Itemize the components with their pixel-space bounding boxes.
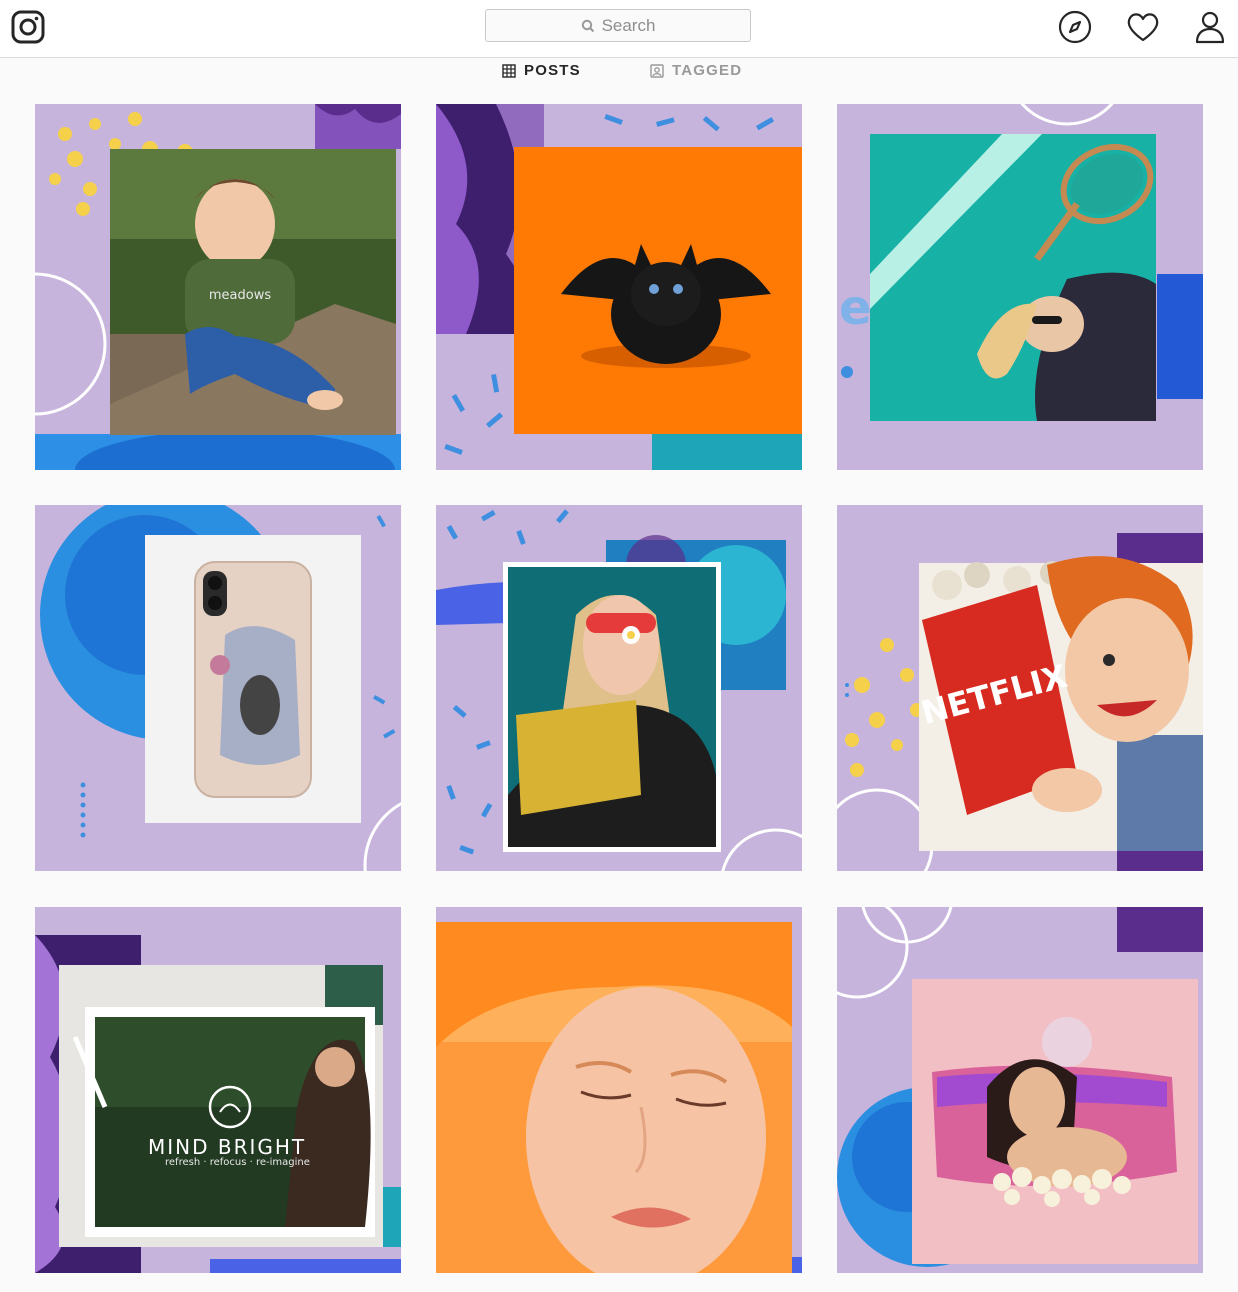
tagged-icon bbox=[650, 63, 664, 78]
heart-icon[interactable] bbox=[1125, 9, 1161, 45]
post-tile[interactable]: MIND BRIGHT refresh · refocus · re-imagi… bbox=[35, 907, 401, 1273]
post-image bbox=[35, 907, 401, 1273]
instagram-logo-icon[interactable] bbox=[11, 10, 45, 44]
search-placeholder: Search bbox=[601, 15, 656, 35]
brand-title: MIND BRIGHT bbox=[148, 1135, 307, 1159]
post-tile[interactable] bbox=[436, 104, 802, 470]
search-icon bbox=[581, 19, 594, 32]
post-tile[interactable] bbox=[436, 907, 802, 1273]
post-tile[interactable]: e bbox=[837, 104, 1203, 470]
post-image bbox=[436, 505, 802, 871]
grid-icon bbox=[502, 63, 516, 78]
post-image bbox=[436, 907, 802, 1273]
post-tile[interactable] bbox=[35, 505, 401, 871]
profile-tabs: POSTS TAGGED bbox=[0, 60, 1238, 86]
svg-text:e: e bbox=[839, 280, 872, 336]
post-image: meadows bbox=[35, 104, 401, 470]
brand-tagline: refresh · refocus · re-imagine bbox=[165, 1157, 310, 1168]
top-bar: Search bbox=[0, 0, 1238, 58]
post-tile[interactable] bbox=[837, 907, 1203, 1273]
profile-icon[interactable] bbox=[1192, 9, 1228, 45]
shirt-text: meadows bbox=[209, 288, 271, 303]
post-image bbox=[837, 907, 1203, 1273]
tab-posts[interactable]: POSTS bbox=[502, 62, 581, 79]
tab-tagged[interactable]: TAGGED bbox=[650, 62, 742, 79]
search-input[interactable]: Search bbox=[485, 9, 751, 42]
post-tile[interactable]: meadows bbox=[35, 104, 401, 470]
tab-tagged-label: TAGGED bbox=[672, 62, 743, 79]
post-tile[interactable] bbox=[436, 505, 802, 871]
post-image bbox=[436, 104, 802, 470]
post-tile[interactable]: NETFLIX bbox=[837, 505, 1203, 871]
post-image: NETFLIX bbox=[837, 505, 1203, 871]
post-image: e bbox=[837, 104, 1203, 470]
compass-icon[interactable] bbox=[1057, 9, 1093, 45]
tab-posts-label: POSTS bbox=[524, 62, 581, 79]
post-image bbox=[35, 505, 401, 871]
